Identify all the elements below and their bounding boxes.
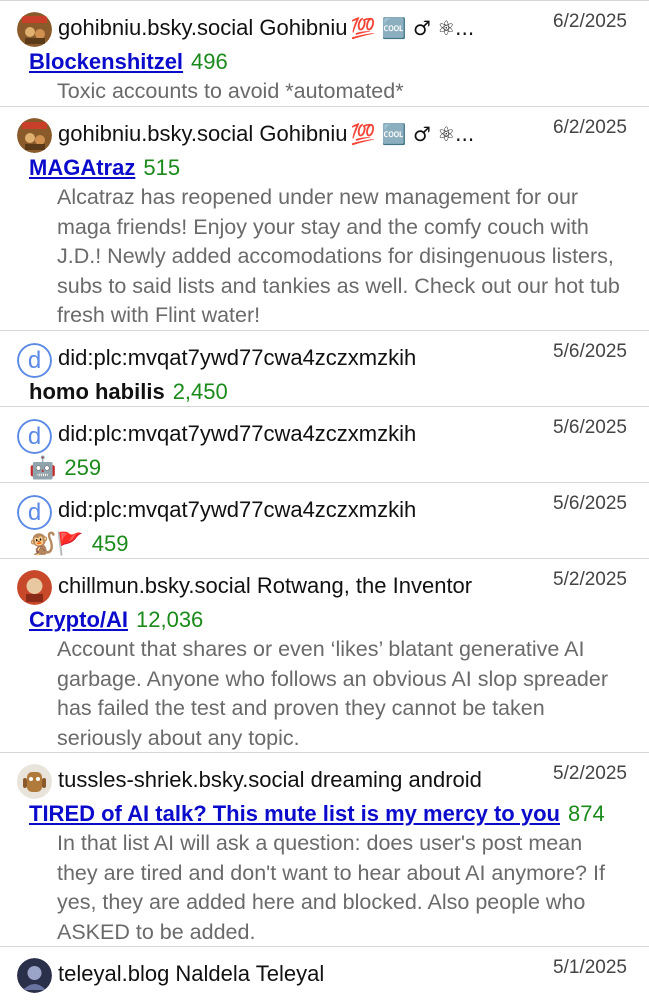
avatar-letter: d [17,495,52,530]
list-date: 5/6/2025 [553,417,627,438]
list-description: Toxic accounts to avoid *automated* [57,79,404,103]
list-date: 5/2/2025 [553,763,627,784]
teleyal-avatar-icon[interactable] [17,958,52,993]
chillmun-avatar-icon[interactable] [17,570,52,605]
android-avatar-icon[interactable] [17,764,52,799]
author-line[interactable]: did:plc:mvqat7ywd77cwa4zczxmzkih [58,419,544,449]
list-title[interactable]: homo habilis [29,379,165,404]
gohibniu-avatar-icon[interactable] [17,118,52,153]
list-date: 6/2/2025 [553,11,627,32]
profile-emoji: 💯 🆒 ♂ ⚛... [350,122,475,146]
member-count: 259 [64,455,102,480]
member-count: 496 [191,49,228,74]
list-feed: gohibniu.bsky.social Gohibniu 💯 🆒 ♂ ⚛... … [0,0,649,1000]
member-count: 459 [91,531,129,556]
did-letter-avatar-icon[interactable]: d [17,495,52,530]
author-line[interactable]: gohibniu.bsky.social Gohibniu 💯 🆒 ♂ ⚛... [58,13,544,43]
profile-emoji: 💯 🆒 ♂ ⚛... [350,16,475,40]
avatar-letter: d [17,343,52,378]
author-line[interactable]: did:plc:mvqat7ywd77cwa4zczxmzkih [58,343,544,373]
list-date: 5/6/2025 [553,341,627,362]
list-title-link[interactable]: TIRED of AI talk? This mute list is my m… [29,801,560,826]
list-date: 6/2/2025 [553,117,627,138]
member-count: 515 [143,155,181,180]
avatar-letter: d [17,419,52,454]
did-letter-avatar-icon[interactable]: d [17,343,52,378]
list-item[interactable]: d did:plc:mvqat7ywd77cwa4zczxmzkih 5/6/2… [0,482,649,558]
list-description: Account that shares or even ‘likes’ blat… [57,637,609,750]
list-title-link[interactable]: MAGAtraz [29,155,135,180]
list-date: 5/1/2025 [553,957,627,978]
list-item[interactable]: chillmun.bsky.social Rotwang, the Invent… [0,558,649,752]
list-item[interactable]: gohibniu.bsky.social Gohibniu 💯 🆒 ♂ ⚛... … [0,0,649,107]
list-item[interactable]: d did:plc:mvqat7ywd77cwa4zczxmzkih 5/6/2… [0,330,649,406]
member-count: 2,450 [172,379,228,404]
author-line[interactable]: did:plc:mvqat7ywd77cwa4zczxmzkih [58,495,544,525]
did-letter-avatar-icon[interactable]: d [17,419,52,454]
author-line[interactable]: gohibniu.bsky.social Gohibniu 💯 🆒 ♂ ⚛... [58,119,544,149]
member-count: 12,036 [136,607,204,632]
list-item[interactable]: tussles-shriek.bsky.social dreaming andr… [0,752,649,947]
list-title-link[interactable]: Crypto/AI [29,607,128,632]
list-item[interactable]: teleyal.blog Naldela Teleyal 5/1/2025 [0,946,649,1000]
list-item[interactable]: gohibniu.bsky.social Gohibniu 💯 🆒 ♂ ⚛... … [0,106,649,331]
list-item[interactable]: d did:plc:mvqat7ywd77cwa4zczxmzkih 5/6/2… [0,406,649,482]
member-count: 874 [567,801,605,826]
list-title-link[interactable]: Blockenshitzel [29,49,183,74]
list-description: Alcatraz has reopened under new manageme… [57,185,620,327]
list-description: In that list AI will ask a question: doe… [57,831,605,944]
author-line[interactable]: chillmun.bsky.social Rotwang, the Invent… [58,571,544,601]
list-title[interactable]: 🐒🚩 [29,532,84,557]
author-line[interactable]: teleyal.blog Naldela Teleyal [58,959,544,989]
author-line[interactable]: tussles-shriek.bsky.social dreaming andr… [58,765,544,795]
list-title[interactable]: 🤖 [29,456,56,481]
list-date: 5/2/2025 [553,569,627,590]
gohibniu-avatar-icon[interactable] [17,12,52,47]
list-date: 5/6/2025 [553,493,627,514]
